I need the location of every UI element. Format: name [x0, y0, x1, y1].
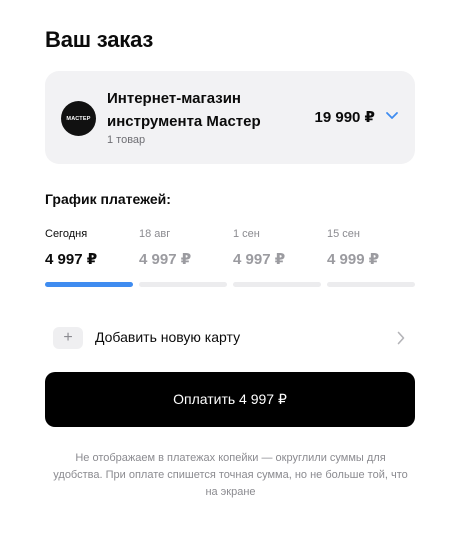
chevron-down-icon[interactable] — [385, 111, 399, 121]
merchant-logo: МАСТЕР — [61, 101, 96, 136]
payment-amount: 4 997 ₽ — [233, 251, 286, 268]
payment-date: 18 авг — [139, 228, 171, 240]
merchant-name: Интернет-магазин инструмента Мастер — [107, 90, 261, 130]
order-summary-card[interactable]: МАСТЕР Интернет-магазин инструмента Маст… — [45, 71, 415, 164]
payment-amount: 4 997 ₽ — [139, 251, 192, 268]
payment-date: 1 сен — [233, 228, 260, 240]
add-card-button[interactable]: + Добавить новую карту — [45, 321, 415, 355]
payment-item: 1 сен 4 997 ₽ — [233, 228, 321, 268]
payment-progress-bar — [45, 282, 133, 287]
payment-progress-bar — [139, 282, 227, 287]
chevron-right-icon — [397, 331, 405, 345]
payment-date: Сегодня — [45, 228, 88, 240]
payment-item: 18 авг 4 997 ₽ — [139, 228, 227, 268]
payment-amount: 4 999 ₽ — [327, 251, 380, 268]
add-card-label: Добавить новую карту — [95, 329, 241, 345]
order-total: 19 990 ₽ — [314, 109, 375, 126]
page-title: Ваш заказ — [45, 27, 154, 52]
pay-button[interactable]: Оплатить 4 997 ₽ — [45, 372, 415, 427]
rounding-note: Не отображаем в платежах копейки — округ… — [53, 452, 408, 498]
items-count: 1 товар — [107, 134, 146, 146]
schedule-title: График платежей: — [45, 191, 171, 207]
payment-progress-bar — [327, 282, 415, 287]
plus-icon: + — [53, 327, 83, 349]
payment-schedule: Сегодня 4 997 ₽ 18 авг 4 997 ₽ 1 сен 4 9… — [45, 228, 415, 288]
payment-amount: 4 997 ₽ — [45, 251, 98, 268]
payment-item: 15 сен 4 999 ₽ — [327, 228, 415, 268]
payment-progress-bar — [233, 282, 321, 287]
merchant-logo-text: МАСТЕР — [66, 115, 91, 122]
payment-item: Сегодня 4 997 ₽ — [45, 228, 133, 268]
payment-date: 15 сен — [327, 228, 360, 240]
